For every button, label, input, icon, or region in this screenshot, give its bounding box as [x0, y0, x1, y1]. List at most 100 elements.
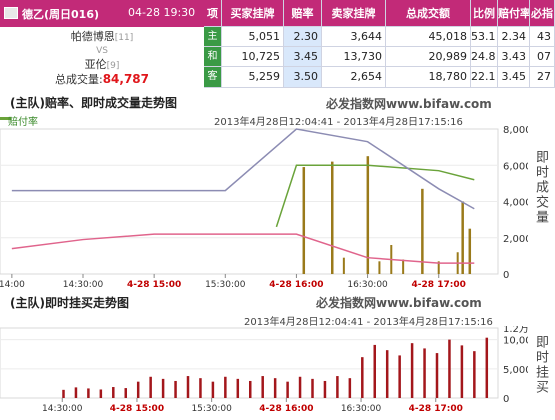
buy-bar: [410, 343, 414, 398]
buy-bar: [460, 345, 464, 398]
buy-bar: [286, 381, 289, 398]
buy-bar: [199, 378, 202, 398]
buy-bar: [373, 344, 376, 398]
away-team[interactable]: 亚伦: [85, 58, 107, 71]
buy-bar: [273, 378, 277, 398]
buy-bar: [485, 337, 489, 398]
buy-bar: [87, 388, 90, 398]
x-tick-label: 4-28 17:00: [409, 404, 463, 414]
table-cell: 13,730: [322, 47, 386, 67]
buy-bar: [112, 387, 115, 398]
league-label: 德乙(周日016): [22, 8, 100, 21]
buy-bar: [186, 376, 190, 398]
buy-bar: [249, 380, 252, 398]
buy-bar: [149, 376, 152, 398]
volume-bar: [302, 167, 306, 274]
x-tick-label: 4-28 16:00: [269, 280, 323, 290]
y-tick-label: 2,000: [503, 234, 528, 245]
series-line-1: [11, 128, 475, 210]
buy-bar: [385, 350, 389, 398]
chart2-title: (主队)即时挂买走势图: [10, 296, 129, 310]
match-datetime: 04-28 19:30: [128, 6, 196, 19]
series-line-0: [275, 164, 475, 228]
x-tick-label: 4-28 15:00: [127, 280, 181, 290]
col-header-total: 总成交额: [386, 0, 471, 27]
col-header-buy: 买家挂牌: [222, 0, 284, 27]
volume-bar: [342, 257, 345, 274]
col-header-item: 项: [204, 0, 222, 27]
table-cell: 3.43: [498, 47, 530, 67]
y-tick-label: 1.2万: [503, 326, 528, 335]
match-title-bar: 德乙(周日016) 04-28 19:30: [0, 0, 204, 27]
volume-label: 总成交量:: [54, 73, 103, 86]
col-header-payout: 赔付率: [498, 0, 530, 27]
home-team[interactable]: 帕德博恩: [71, 30, 115, 43]
y-tick-label: 0: [503, 270, 509, 281]
table-cell: 3.50: [284, 67, 322, 88]
chart1-axis-title: 即时成交量: [533, 150, 548, 225]
buy-bar: [62, 389, 65, 398]
buy-bar: [473, 351, 476, 398]
chart2: 1.2万10,000 5,000 0 14:30:00 4-28 15:00 15:30…: [0, 326, 528, 414]
y-tick-label: 8,000: [503, 125, 528, 136]
buy-bar: [174, 380, 177, 398]
buy-bar: [361, 357, 364, 398]
table-cell: 3.45: [498, 67, 530, 88]
chart2-brand: 必发指数网www.bifaw.com: [316, 296, 482, 310]
buy-bar: [224, 376, 227, 398]
buy-bar: [435, 353, 439, 398]
buy-bar: [336, 376, 339, 398]
x-tick-label: 14:30:00: [42, 404, 83, 414]
table-cell: 22.1: [471, 67, 498, 88]
buy-bar: [423, 348, 426, 398]
buy-bar: [261, 376, 264, 398]
buy-bar: [74, 387, 78, 398]
match-panel: 德乙(周日016) 04-28 19:30 帕德博恩[11] VS 亚伦[9] …: [0, 0, 555, 88]
table-cell: 3,644: [322, 27, 386, 47]
buy-bar: [236, 378, 240, 398]
buy-bar: [311, 378, 314, 398]
col-header-odds: 赔率: [284, 0, 322, 27]
x-tick-label: 15:30:00: [191, 404, 232, 414]
chart1-title: (主队)赔率、即时成交量走势图: [10, 96, 177, 110]
table-cell: 18,780: [386, 67, 471, 88]
row-label: 和: [204, 47, 222, 67]
x-tick-label: 4-28 16:00: [259, 404, 313, 414]
table-cell: 2.34: [498, 27, 530, 47]
chart2-axis-title: 即时挂买: [533, 335, 548, 395]
away-rank: [9]: [106, 61, 120, 71]
buy-bar: [124, 388, 127, 398]
volume-bar: [468, 228, 472, 274]
table-cell: 43: [530, 27, 555, 47]
table-cell: 2.30: [284, 27, 322, 47]
volume-bar: [366, 156, 370, 274]
table-cell: 5,051: [222, 27, 284, 47]
table-cell: 27: [530, 67, 555, 88]
home-rank: [11]: [114, 33, 134, 43]
table-cell: 3.45: [284, 47, 322, 67]
buy-bar: [348, 378, 352, 398]
vs-label: VS: [96, 46, 108, 56]
buy-bar: [161, 378, 165, 398]
table-cell: 10,725: [222, 47, 284, 67]
x-tick-label: 4-28 17:00: [412, 280, 466, 290]
chart1: 8,000 6,000 4,000 2,000 0 14:00 14:30:00 4-28 …: [0, 125, 528, 290]
chart1-brand: 必发指数网www.bifaw.com: [326, 97, 492, 111]
buy-bar: [136, 381, 140, 398]
volume-value: 84,787: [102, 72, 150, 86]
match-info: 帕德博恩[11] VS 亚伦[9] 总成交量:84,787: [0, 27, 204, 88]
volume-bar: [402, 259, 405, 274]
series-line-2: [11, 233, 475, 264]
col-header-sell: 卖家挂牌: [322, 0, 386, 27]
table-cell: 07: [530, 47, 555, 67]
buy-bar: [211, 381, 215, 398]
volume-bar: [378, 261, 381, 274]
x-tick-label: 4-28 15:00: [110, 404, 164, 414]
table-cell: 5,259: [222, 67, 284, 88]
y-tick-label: 10,000: [503, 336, 528, 347]
buy-bar: [99, 389, 103, 398]
x-tick-label: 16:30:00: [341, 404, 382, 414]
buy-bar: [298, 376, 302, 398]
buy-bar: [323, 380, 327, 398]
table-cell: 20,989: [386, 47, 471, 67]
